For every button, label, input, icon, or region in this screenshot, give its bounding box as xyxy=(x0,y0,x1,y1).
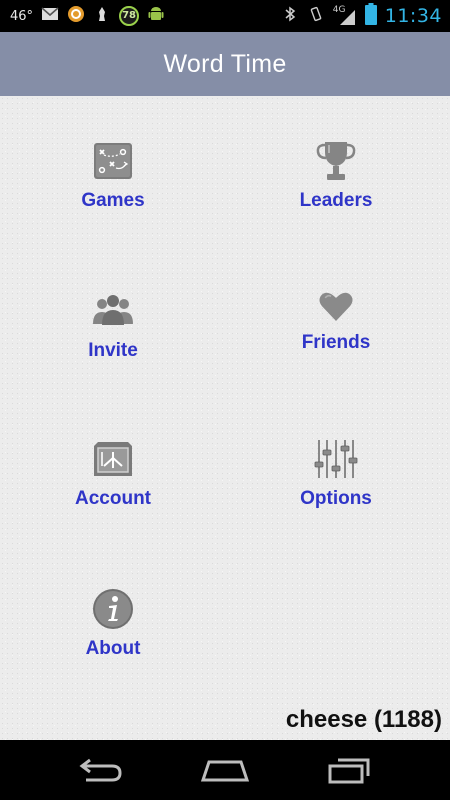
account-button[interactable]: Account xyxy=(28,436,198,546)
badge-count: 78 xyxy=(122,10,136,21)
leaders-button[interactable]: Leaders xyxy=(251,138,421,248)
signal-icon: 4G xyxy=(333,5,357,26)
main-menu: Games Leaders Invite Friends Account Opt… xyxy=(0,96,450,740)
invite-button[interactable]: Invite xyxy=(28,288,198,398)
playbook-icon xyxy=(94,143,132,179)
action-bar: Word Time xyxy=(0,32,450,96)
weather-temperature: 46° xyxy=(10,8,34,24)
home-icon xyxy=(200,760,250,782)
navigation-bar xyxy=(0,740,450,800)
about-label: About xyxy=(85,638,141,659)
account-label: Account xyxy=(75,488,151,509)
games-button[interactable]: Games xyxy=(28,138,198,248)
clock: 11:34 xyxy=(384,5,442,27)
app-title: Word Time xyxy=(163,49,287,78)
leaders-label: Leaders xyxy=(299,190,373,211)
chess-piece-icon xyxy=(93,5,111,28)
info-icon xyxy=(93,589,133,629)
sliders-icon xyxy=(314,440,358,478)
games-label: Games xyxy=(81,190,145,211)
recent-apps-button[interactable] xyxy=(322,752,378,788)
friends-label: Friends xyxy=(301,332,371,353)
trophy-icon xyxy=(316,142,356,180)
recent-apps-icon xyxy=(328,758,370,784)
account-icon xyxy=(94,442,132,476)
people-icon xyxy=(93,295,133,325)
status-bar: 46° 78 4G 11:34 xyxy=(0,0,450,32)
sync-circle-icon xyxy=(67,5,85,28)
android-icon xyxy=(147,5,165,28)
status-bar-notifications: 46° 78 xyxy=(10,0,165,32)
status-bar-system: 4G 11:34 xyxy=(281,0,442,32)
options-button[interactable]: Options xyxy=(251,436,421,546)
friends-button[interactable]: Friends xyxy=(251,288,421,398)
home-button[interactable] xyxy=(197,752,253,788)
gmail-icon xyxy=(41,5,59,28)
badge-count-icon: 78 xyxy=(119,6,140,26)
vibrate-icon xyxy=(307,5,325,28)
options-label: Options xyxy=(300,488,372,509)
bluetooth-icon xyxy=(281,5,299,28)
back-arrow-icon xyxy=(79,758,122,782)
user-status: cheese (1188) xyxy=(285,706,442,733)
heart-icon xyxy=(319,292,353,322)
back-button[interactable] xyxy=(72,752,128,788)
about-button[interactable]: About xyxy=(28,586,198,696)
battery-icon xyxy=(364,2,377,30)
invite-label: Invite xyxy=(88,340,138,361)
